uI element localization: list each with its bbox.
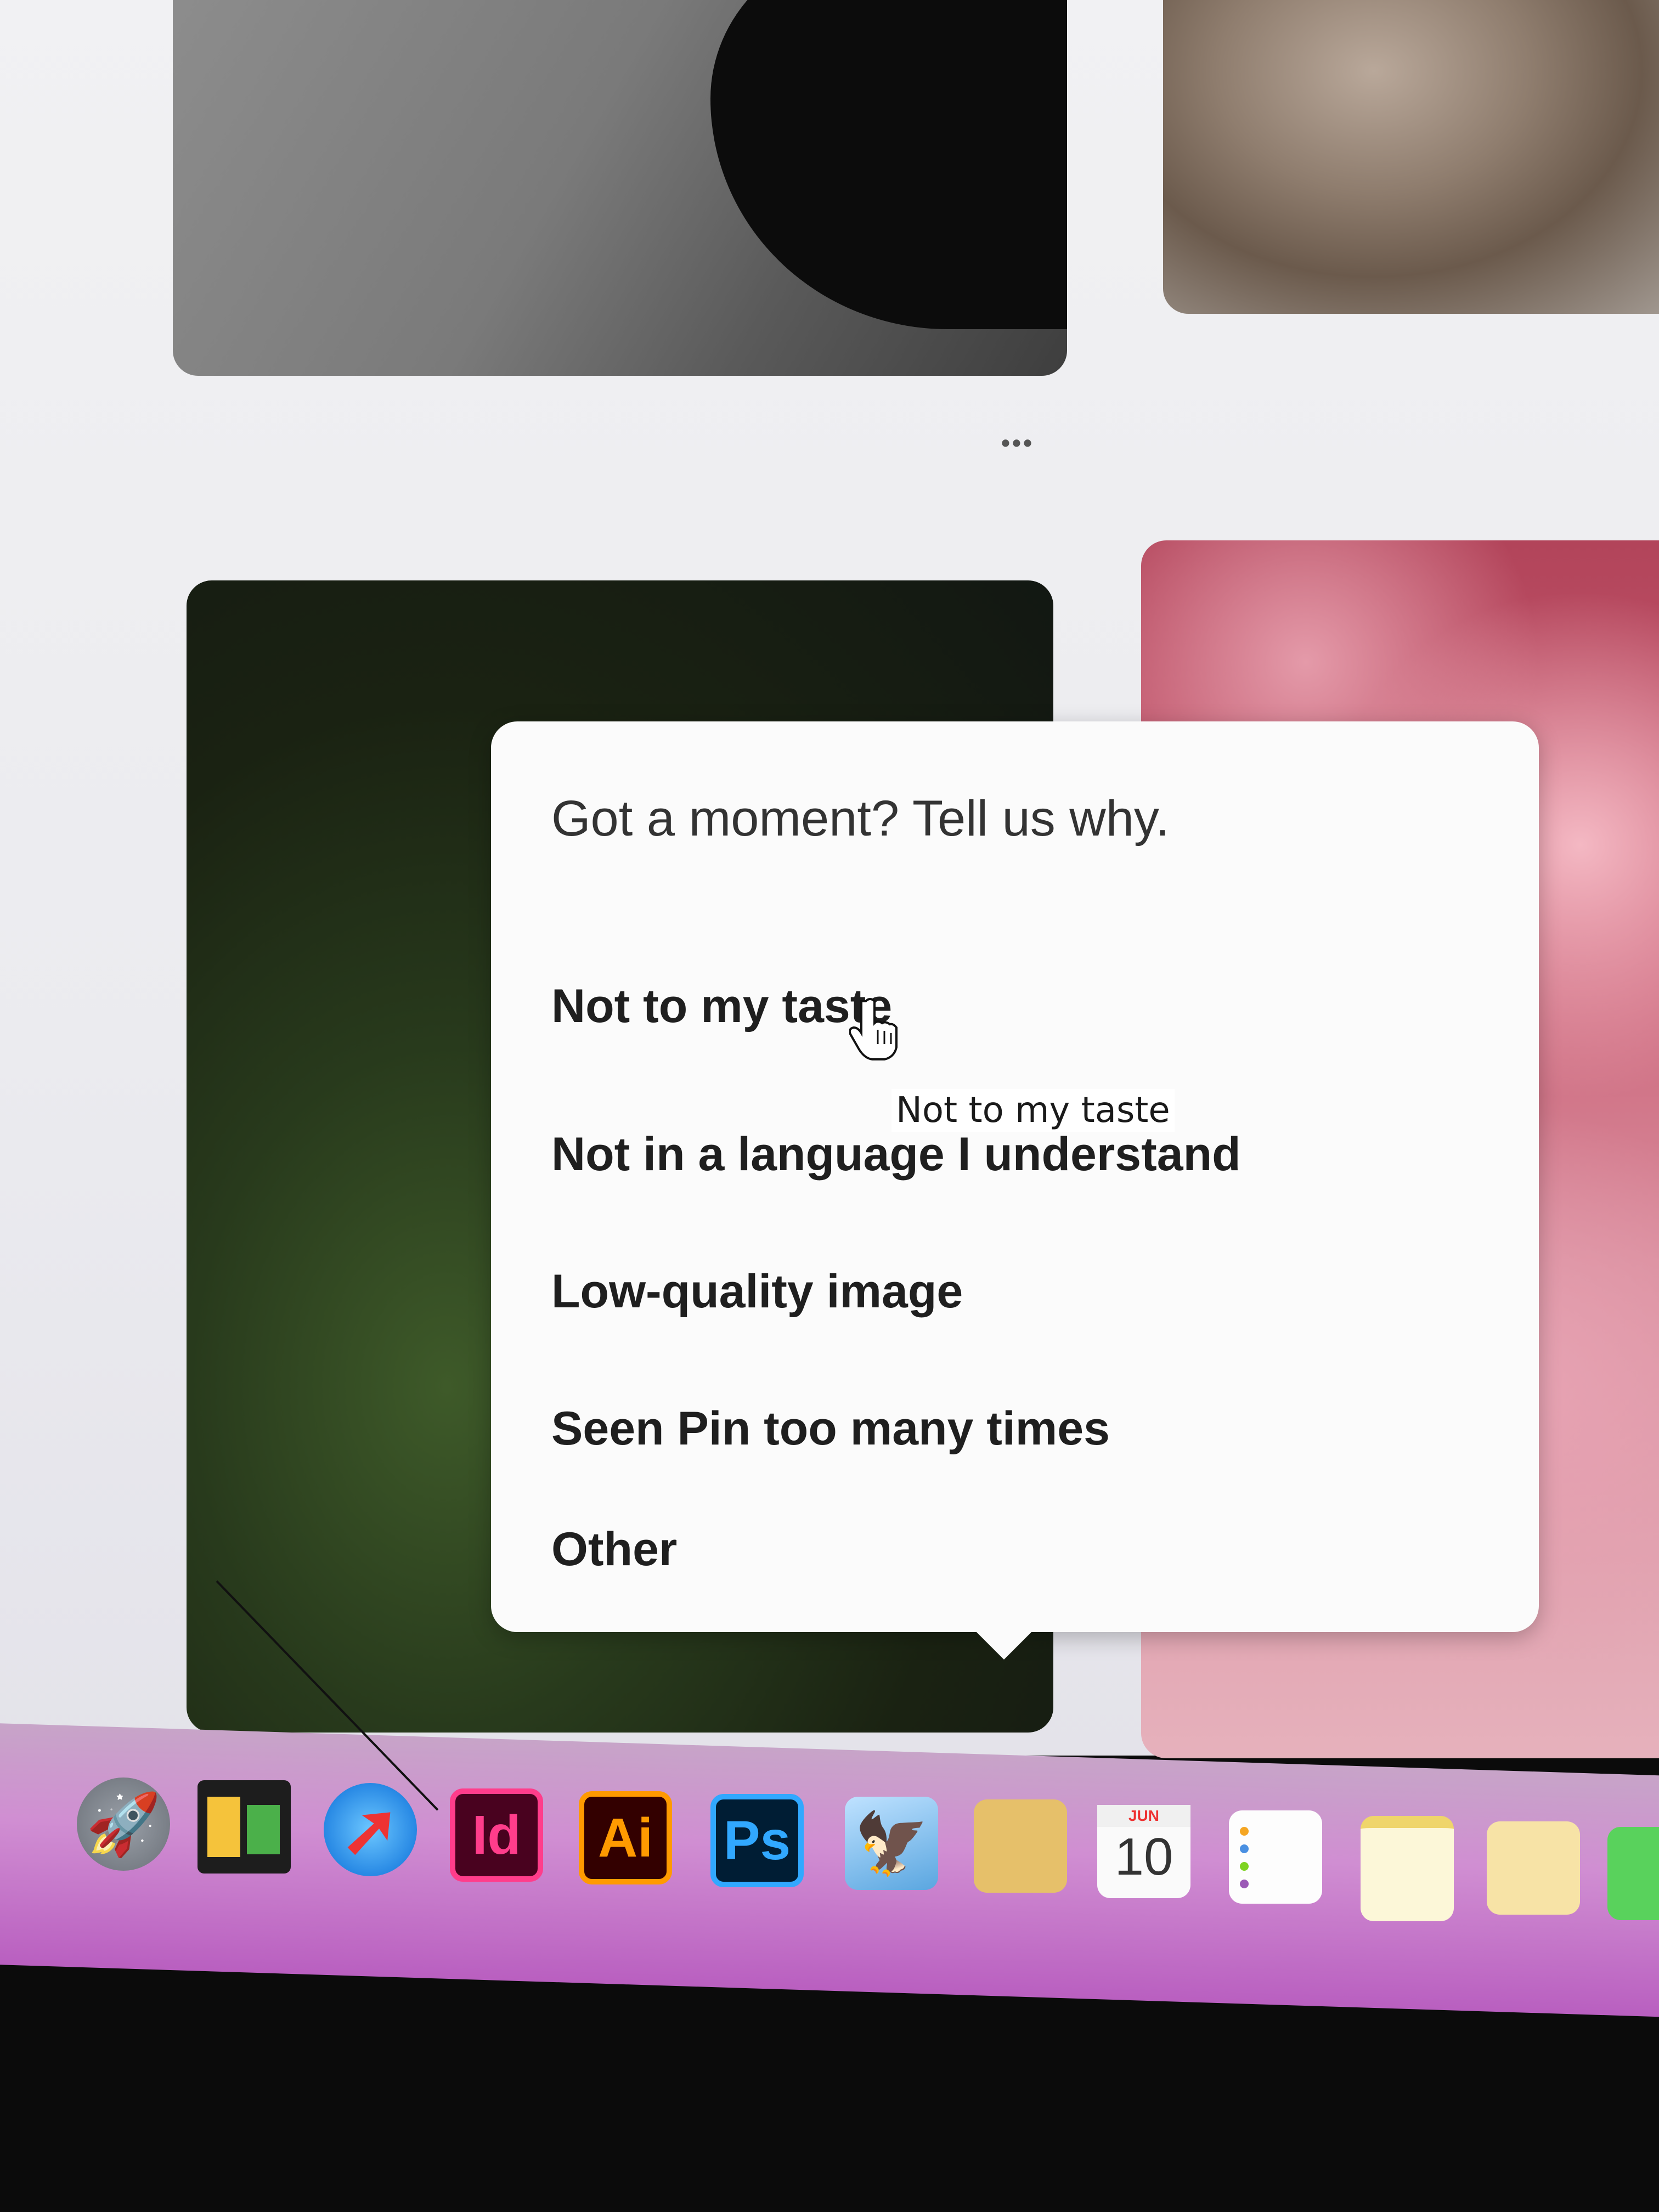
stickies-app-icon[interactable] (1361, 1816, 1454, 1921)
preview-app-icon[interactable]: 🦅 (845, 1797, 938, 1890)
pin-image-top-left[interactable] (173, 0, 1067, 376)
pointing-hand-cursor-icon (849, 998, 898, 1060)
reminders-app-icon[interactable] (1229, 1810, 1322, 1904)
facetime-app-icon[interactable] (1607, 1827, 1659, 1920)
pin-more-options-button[interactable]: ••• (988, 430, 1048, 455)
pin-image-dark-region (710, 0, 1067, 329)
pinterest-feed: ••• Got a moment? Tell us why. Not to my… (0, 0, 1659, 1758)
folder-icon[interactable] (974, 1799, 1067, 1893)
calendar-day: 10 (1114, 1827, 1173, 1886)
option-seen-too-many-times[interactable]: Seen Pin too many times (551, 1402, 1110, 1456)
mission-control-icon[interactable] (198, 1780, 291, 1874)
option-other[interactable]: Other (551, 1522, 677, 1577)
popover-caret (966, 1621, 1042, 1660)
tooltip: Not to my taste (891, 1089, 1175, 1132)
pin-image-top-right[interactable] (1163, 0, 1659, 314)
option-not-to-my-taste[interactable]: Not to my taste (551, 979, 892, 1034)
safari-compass-icon[interactable]: ➚ (324, 1783, 417, 1876)
indesign-app-icon[interactable]: Id (450, 1788, 543, 1882)
option-low-quality-image[interactable]: Low-quality image (551, 1265, 963, 1319)
photo-of-monitor: ••• Got a moment? Tell us why. Not to my… (0, 0, 1659, 2212)
launchpad-rocket-icon[interactable]: 🚀 (77, 1778, 170, 1871)
hide-pin-feedback-popover: Got a moment? Tell us why. Not to my tas… (491, 721, 1539, 1632)
calendar-app-icon[interactable]: JUN 10 (1097, 1805, 1190, 1898)
image-capture-app-icon[interactable] (1487, 1821, 1580, 1915)
popover-title: Got a moment? Tell us why. (551, 791, 1170, 847)
photoshop-app-icon[interactable]: Ps (710, 1794, 804, 1887)
illustrator-app-icon[interactable]: Ai (579, 1791, 672, 1884)
option-not-in-my-language[interactable]: Not in a language I understand (551, 1127, 1241, 1182)
calendar-month: JUN (1097, 1805, 1190, 1827)
